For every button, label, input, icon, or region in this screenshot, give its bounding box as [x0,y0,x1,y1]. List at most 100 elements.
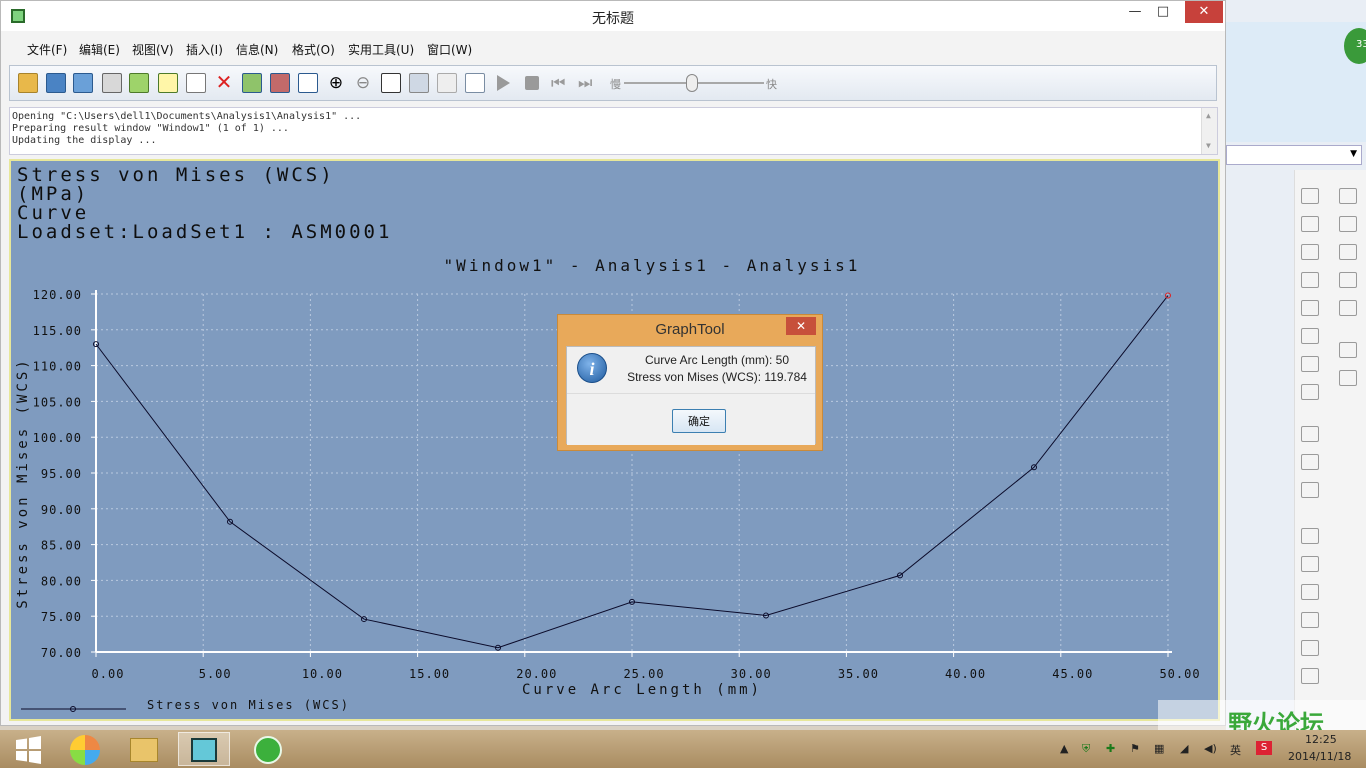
start-button[interactable] [4,732,56,766]
delete-icon[interactable]: ✕ [214,72,234,93]
creo-icon [191,738,217,762]
tool-icon[interactable] [1301,556,1319,572]
message-line: Updating the display ... [12,135,157,146]
message-area: Opening "C:\Users\dell1\Documents\Analys… [9,107,1218,155]
security-icon[interactable]: ⛨ [1082,742,1090,756]
taskbar-app-ball[interactable] [60,732,112,766]
close-button[interactable]: ✕ [1185,1,1223,23]
y-tick-label: 75.00 [41,610,82,624]
network-icon[interactable]: ▦ [1154,742,1164,755]
tool-icon[interactable] [1339,188,1357,204]
show-icon[interactable] [242,73,262,93]
refit-icon[interactable] [381,73,401,93]
add-icon[interactable]: ✚ [1106,742,1115,755]
point-tool-icon[interactable] [1301,300,1319,316]
x-tick-label: 50.00 [1159,667,1200,681]
message-scrollbar[interactable]: ▲ ▼ [1201,108,1217,154]
label-icon[interactable] [437,73,457,93]
tool-icon[interactable] [1301,612,1319,628]
save-icon[interactable] [46,73,66,93]
tool-icon[interactable] [1339,342,1357,358]
dialog-close-button[interactable]: ✕ [786,317,816,335]
notification-badge: 33 [1344,28,1366,64]
menu-view[interactable]: 视图(V) [132,41,174,58]
window-title: 无标题 [592,11,634,27]
tool-icon[interactable] [1301,482,1319,498]
input-language[interactable]: 英 [1230,742,1241,758]
tool-icon[interactable] [1339,216,1357,232]
stop-icon[interactable] [525,76,539,90]
tool-icon[interactable] [1339,272,1357,288]
dialog-body: i Curve Arc Length (mm): 50 Stress von M… [566,346,816,445]
menu-file[interactable]: 文件(F) [27,41,67,58]
print-icon[interactable] [102,73,122,93]
scroll-up-icon[interactable]: ▲ [1206,110,1211,122]
y-tick-label: 85.00 [41,539,82,553]
tool-icon[interactable] [1301,426,1319,442]
copy-icon[interactable] [186,73,206,93]
hide-icon[interactable] [270,73,290,93]
clock-time[interactable]: 12:25 [1305,733,1337,746]
minimize-button[interactable]: — [1121,1,1149,23]
taskbar-explorer[interactable] [118,732,170,766]
curve-tool-icon[interactable] [1301,272,1319,288]
menu-window[interactable]: 窗口(W) [427,41,472,58]
axis-tool-icon[interactable] [1301,244,1319,260]
tray-chevron-icon[interactable]: ▲ [1060,742,1068,755]
csys-tool-icon[interactable] [1301,328,1319,344]
ok-button[interactable]: 确定 [672,409,726,433]
menu-edit[interactable]: 编辑(E) [79,41,120,58]
dialog-stress-text: Stress von Mises (WCS): 119.784 [627,370,807,384]
folder-icon [130,738,158,762]
previous-frame-icon[interactable]: ⏮ [551,75,567,91]
menu-format[interactable]: 格式(O) [292,41,335,58]
volume-icon[interactable]: ◀) [1204,742,1217,755]
orient-icon[interactable] [409,73,429,93]
query-icon[interactable] [465,73,485,93]
y-tick-label: 115.00 [33,324,82,338]
tool-icon[interactable] [1339,300,1357,316]
browser-icon [254,736,282,764]
legend-label: Stress von Mises (WCS) [147,698,350,712]
maximize-button[interactable]: □ [1149,1,1177,23]
x-tick-label: 45.00 [1052,667,1093,681]
y-tick-label: 95.00 [41,467,82,481]
plane-tool-icon[interactable] [1301,216,1319,232]
tool-icon[interactable] [1301,584,1319,600]
graph-icon[interactable] [298,73,318,93]
background-combo[interactable]: ▼ [1226,145,1362,165]
speed-slider-thumb[interactable] [686,74,698,92]
menu-info[interactable]: 信息(N) [236,41,278,58]
scroll-down-icon[interactable]: ▼ [1206,140,1211,152]
signal-icon[interactable]: ◢ [1180,742,1188,755]
open-icon[interactable] [18,73,38,93]
y-tick-label: 120.00 [33,288,82,302]
menu-insert[interactable]: 插入(I) [186,41,223,58]
ime-icon[interactable]: S [1256,741,1272,755]
zoom-in-icon[interactable]: ⊕ [326,73,346,93]
tool-icon[interactable] [1301,528,1319,544]
edit-icon[interactable] [158,73,178,93]
zoom-out-icon[interactable]: ⊖ [353,73,373,93]
tool-icon[interactable] [1301,668,1319,684]
menu-utilities[interactable]: 实用工具(U) [348,41,414,58]
chart-title: "Window1" - Analysis1 - Analysis1 [444,256,861,275]
sketch-tool-icon[interactable] [1301,188,1319,204]
flag-icon[interactable]: ⚑ [1130,742,1140,755]
clock-date[interactable]: 2014/11/18 [1288,750,1351,763]
dialog-title: GraphTool [655,321,725,338]
next-frame-icon[interactable]: ⏭ [578,75,594,91]
tool-icon[interactable] [1301,384,1319,400]
save-as-icon[interactable] [73,73,93,93]
y-tick-label: 110.00 [33,360,82,374]
tool-icon[interactable] [1339,244,1357,260]
tool-icon[interactable] [1301,356,1319,372]
taskbar-creo[interactable] [178,732,230,766]
tool-icon[interactable] [1339,370,1357,386]
graph-color-icon[interactable] [129,73,149,93]
tool-icon[interactable] [1301,640,1319,656]
taskbar-browser[interactable] [242,732,294,766]
x-tick-label: 30.00 [731,667,772,681]
play-icon[interactable] [497,75,510,91]
tool-icon[interactable] [1301,454,1319,470]
